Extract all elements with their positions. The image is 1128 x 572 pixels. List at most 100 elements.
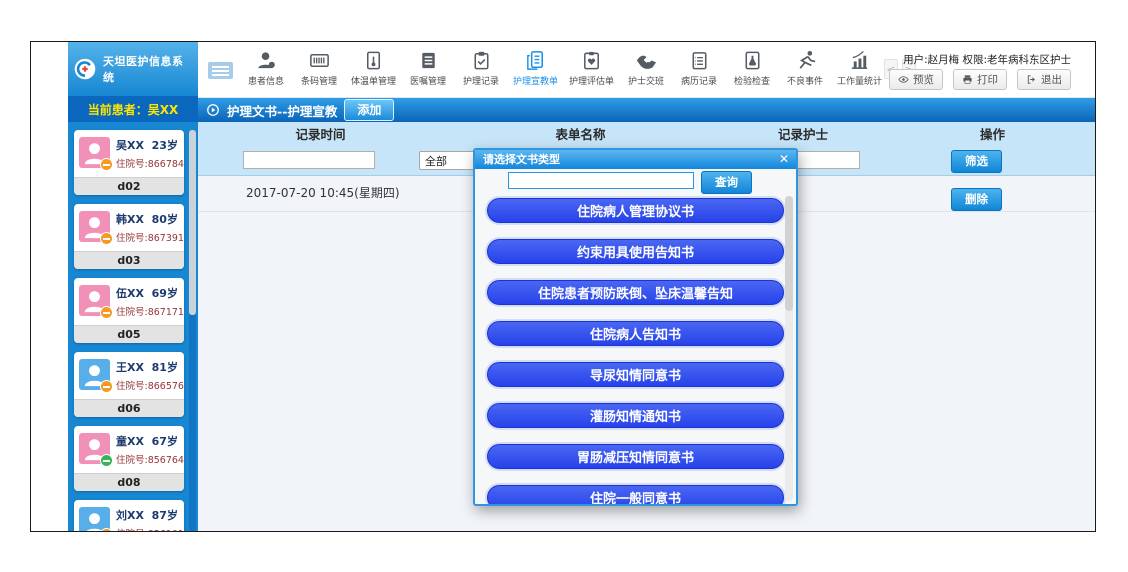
temperature-sheet-icon [362, 49, 385, 72]
toolbar-item-10[interactable]: 检验检查 [731, 49, 773, 87]
toolbar-item-7[interactable]: 护理评估单 [569, 49, 614, 87]
table-header-row: 记录时间 表单名称 记录护士 操作 [198, 122, 1096, 144]
patient-card[interactable]: 韩XX 80岁住院号:867391d03 [74, 204, 184, 269]
sidebar-scrollbar-thumb[interactable] [189, 130, 196, 315]
patient-name-age: 吴XX 23岁 [116, 137, 180, 153]
toolbar-item-label: 护理宣教单 [513, 74, 558, 87]
patient-name-age: 王XX 81岁 [116, 359, 180, 375]
toolbar-item-1[interactable]: 患者信息 [245, 49, 287, 87]
bed-number: d06 [74, 399, 184, 417]
orders-icon [417, 49, 440, 72]
bed-number: d05 [74, 325, 184, 343]
patient-card-top: 韩XX 80岁住院号:867391 [74, 204, 184, 251]
toolbar-item-8[interactable]: 护士交班 [625, 49, 667, 87]
doc-type-button[interactable]: 灌肠知情通知书 [487, 403, 784, 428]
patient-card[interactable]: 伍XX 69岁住院号:867171d05 [74, 278, 184, 343]
doc-type-list: 住院病人管理协议书约束用具使用告知书住院患者预防跌倒、坠床温馨告知住院病人告知书… [487, 198, 784, 506]
user-button-label: 预览 [913, 72, 934, 87]
add-button[interactable]: 添加 [344, 99, 394, 121]
toolbar-item-9[interactable]: 病历记录 [678, 49, 720, 87]
education-sheet-icon [524, 49, 547, 72]
handover-icon [635, 49, 658, 72]
cross-circle-icon [72, 56, 98, 82]
dialog-scrollbar[interactable] [785, 196, 793, 501]
patient-card[interactable]: 王XX 81岁住院号:866576d06 [74, 352, 184, 417]
filter-button[interactable]: 筛选 [951, 150, 1002, 173]
doc-type-button[interactable]: 约束用具使用告知书 [487, 239, 784, 264]
status-minus-badge [100, 528, 113, 531]
patient-info-icon [255, 49, 278, 72]
toolbar-item-label: 护士交班 [628, 74, 664, 87]
patient-card-top: 王XX 81岁住院号:866576 [74, 352, 184, 399]
sidebar-scrollbar[interactable] [189, 130, 196, 531]
patient-card-top: 吴XX 23岁住院号:866784 [74, 130, 184, 177]
patient-card-top: 伍XX 69岁住院号:867171 [74, 278, 184, 325]
toolbar-item-11[interactable]: 不良事件 [784, 49, 826, 87]
bed-number: d03 [74, 251, 184, 269]
hamburger-icon[interactable] [208, 62, 233, 79]
doc-type-button[interactable]: 胃肠减压知情同意书 [487, 444, 784, 469]
patient-card[interactable]: 刘XX 87岁住院号:856101d12 [74, 500, 184, 531]
doc-type-button[interactable]: 导尿知情同意书 [487, 362, 784, 387]
doc-type-button[interactable]: 住院一般同意书 [487, 485, 784, 506]
toolbar-item-label: 不良事件 [787, 74, 823, 87]
logout-button[interactable]: 退出 [1017, 69, 1071, 90]
toolbar-item-label: 工作量统计 [837, 74, 882, 87]
dialog-title: 请选择文书类型 [483, 153, 560, 166]
col-header-form-name: 表单名称 [443, 124, 718, 143]
toolbar-item-label: 体温单管理 [351, 74, 396, 87]
user-button-label: 打印 [977, 72, 998, 87]
toolbar-item-label: 检验检查 [734, 74, 770, 87]
clock-arrow-icon [206, 103, 220, 117]
patient-card[interactable]: 吴XX 23岁住院号:866784d02 [74, 130, 184, 195]
lab-exam-icon [741, 49, 764, 72]
dialog-titlebar: 请选择文书类型 ✕ [475, 150, 796, 169]
patient-name-age: 刘XX 87岁 [116, 507, 180, 523]
admission-number: 住院号:856764 [116, 452, 180, 466]
toolbar-item-2[interactable]: 条码管理 [298, 49, 340, 87]
col-header-actions: 操作 [888, 124, 1096, 143]
nursing-record-icon [470, 49, 493, 72]
status-minus-badge [100, 306, 113, 319]
logout-icon [1026, 74, 1037, 85]
doc-type-button[interactable]: 住院病人告知书 [487, 321, 784, 346]
preview-eye-button[interactable]: 预览 [889, 69, 943, 90]
col-header-record-nurse: 记录护士 [718, 124, 888, 143]
toolbar-item-label: 护理评估单 [569, 74, 614, 87]
toolbar-item-6[interactable]: 护理宣教单 [513, 49, 558, 87]
bed-number: d02 [74, 177, 184, 195]
patient-name-age: 童XX 67岁 [116, 433, 180, 449]
doc-type-button[interactable]: 住院患者预防跌倒、坠床温馨告知 [487, 280, 784, 305]
form-name-select-value: 全部 [425, 153, 447, 169]
barcode-icon [308, 49, 331, 72]
close-icon[interactable]: ✕ [779, 150, 789, 169]
query-button[interactable]: 查询 [701, 171, 752, 194]
toolbar-item-12[interactable]: 工作量统计 [837, 49, 882, 87]
patient-card-top: 刘XX 87岁住院号:856101 [74, 500, 184, 531]
doc-type-dialog: 请选择文书类型 ✕ 查询 住院病人管理协议书约束用具使用告知书住院患者预防跌倒、… [473, 148, 798, 506]
delete-button[interactable]: 删除 [951, 188, 1002, 211]
patient-list: 吴XX 23岁住院号:866784d02韩XX 80岁住院号:867391d03… [68, 122, 198, 531]
doc-type-button[interactable]: 住院病人管理协议书 [487, 198, 784, 223]
toolbar-item-4[interactable]: 医嘱管理 [407, 49, 449, 87]
dialog-scrollbar-thumb[interactable] [785, 196, 793, 311]
toolbar-nav: 患者信息条码管理体温单管理医嘱管理护理记录 护理宣教单护理评估单 护士交班 病历记录 检… [245, 49, 882, 87]
preview-eye-icon [898, 74, 909, 85]
toolbar-item-label: 病历记录 [681, 74, 717, 87]
print-button[interactable]: 打印 [953, 69, 1007, 90]
toolbar-item-label: 护理记录 [463, 74, 499, 87]
bed-number: d08 [74, 473, 184, 491]
status-minus-badge [100, 158, 113, 171]
record-time-filter-input[interactable] [243, 151, 375, 169]
patient-card[interactable]: 童XX 67岁住院号:856764 d08 [74, 426, 184, 491]
top-toolbar: 患者信息条码管理体温单管理医嘱管理护理记录 护理宣教单护理评估单 护士交班 病历记录 检… [198, 42, 1096, 98]
admission-number: 住院号:866784 [116, 156, 180, 170]
record-time-cell: 2017-07-20 10:45(星期四) [246, 184, 400, 201]
admission-number: 住院号:867391 [116, 230, 180, 244]
doc-type-search-input[interactable] [508, 172, 694, 189]
toolbar-item-3[interactable]: 体温单管理 [351, 49, 396, 87]
toolbar-item-5[interactable]: 护理记录 [460, 49, 502, 87]
user-button-label: 退出 [1041, 72, 1062, 87]
patient-name-age: 韩XX 80岁 [116, 211, 180, 227]
col-header-record-time: 记录时间 [198, 124, 443, 143]
